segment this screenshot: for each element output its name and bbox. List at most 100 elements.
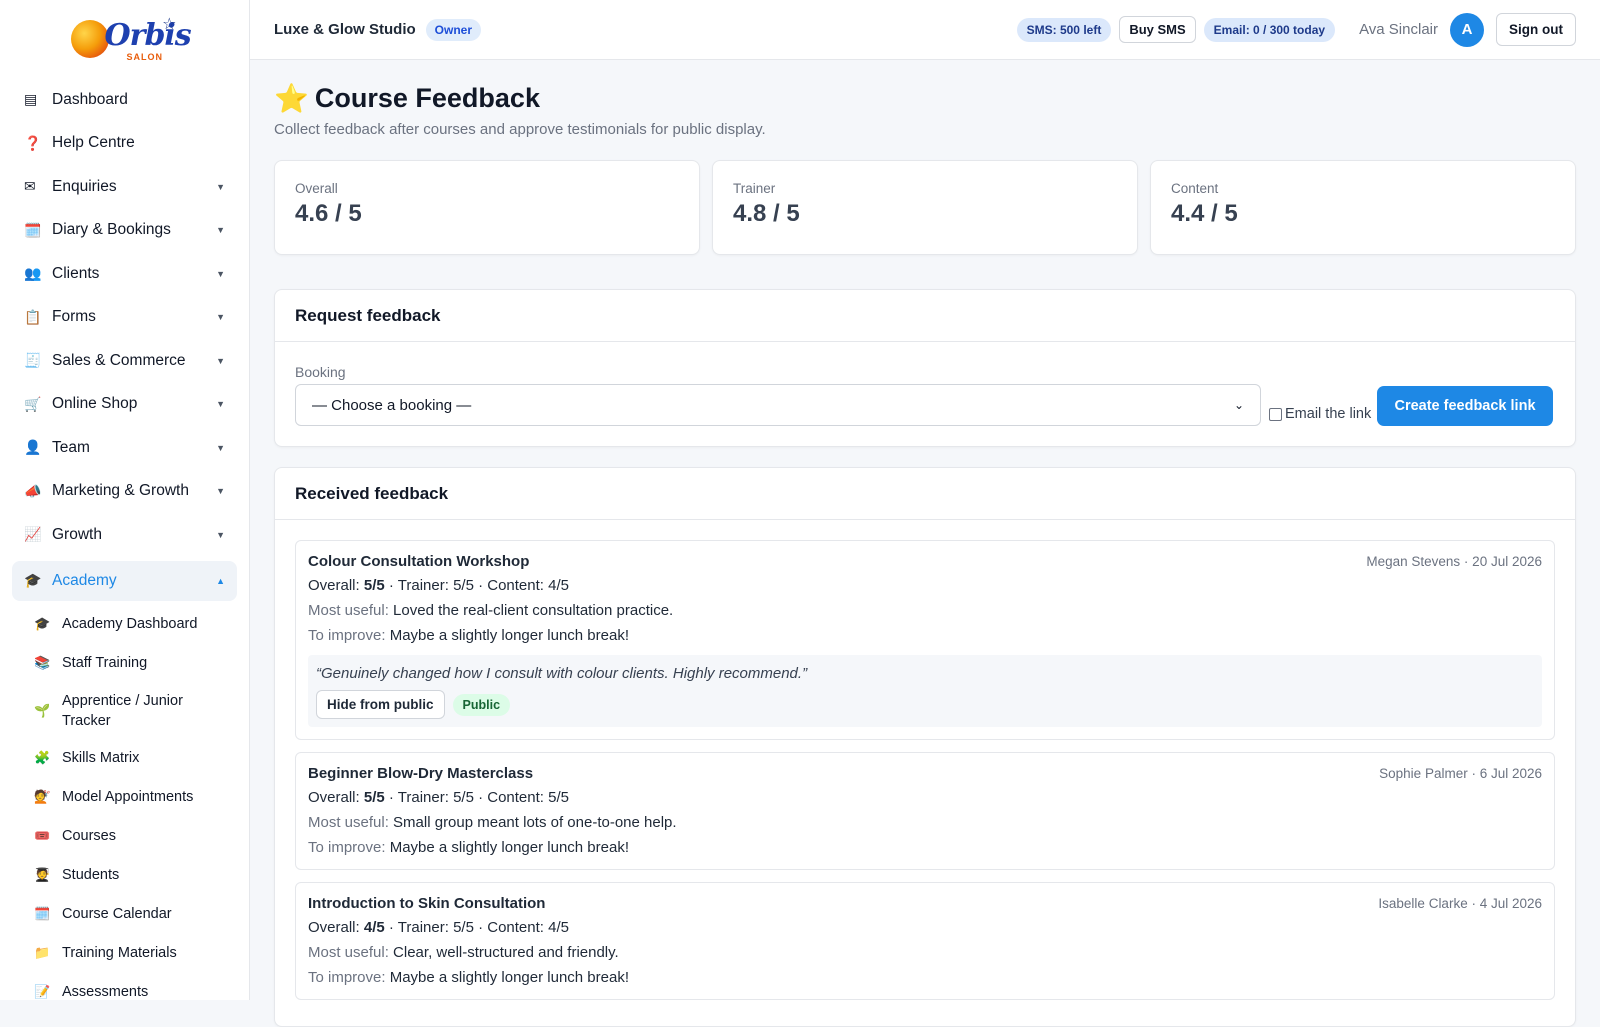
feedback-list: Colour Consultation Workshop Megan Steve… (275, 520, 1575, 1000)
envelope-icon: ✉ (24, 178, 36, 195)
dashboard-icon: ▤ (24, 91, 38, 108)
received-feedback-card: Received feedback Colour Consultation Wo… (274, 467, 1576, 1027)
feedback-author-date: Megan Stevens · 20 Jul 2026 (1366, 554, 1542, 569)
sidebar-subitem-apprentice-tracker[interactable]: 🌱 Apprentice / Junior Tracker (0, 683, 249, 739)
sidebar-item-help-centre[interactable]: ❓ Help Centre (0, 122, 249, 166)
sidebar-item-enquiries[interactable]: ✉ Enquiries ▼ (0, 165, 249, 209)
graduation-cap-icon: 🎓 (24, 572, 42, 588)
sidebar-item-diary-bookings[interactable]: 🗓️ Diary & Bookings ▼ (0, 209, 249, 253)
sidebar-subitem-label: Staff Training (62, 655, 148, 671)
feedback-item: Introduction to Skin Consultation Isabel… (295, 882, 1555, 1000)
question-icon: ❓ (24, 134, 42, 151)
chevron-up-icon: ▲ (216, 575, 225, 586)
overall-label: Overall: (308, 919, 360, 936)
testimonial-actions: Hide from public Public (316, 690, 1534, 719)
chevron-down-icon: ▼ (216, 268, 225, 279)
email-link-label: Email the link (1285, 406, 1372, 422)
feedback-to-improve: To improve: Maybe a slightly longer lunc… (308, 626, 1542, 645)
to-improve-text: Maybe a slightly longer lunch break! (389, 969, 629, 986)
sidebar-item-dashboard[interactable]: ▤ Dashboard (0, 78, 249, 122)
buy-sms-button[interactable]: Buy SMS (1119, 16, 1196, 43)
ticket-icon: 🎟️ (34, 828, 51, 843)
sidebar-subitem-training-materials[interactable]: 📁 Training Materials (0, 934, 249, 973)
main-content: ⭐ Course Feedback Collect feedback after… (274, 60, 1576, 1027)
feedback-item: Colour Consultation Workshop Megan Steve… (295, 540, 1555, 740)
booking-select[interactable]: — Choose a booking — ⌄ (295, 384, 1261, 426)
graduation-cap-icon: 🎓 (34, 616, 51, 631)
booking-label: Booking (295, 364, 346, 380)
sidebar-item-online-shop[interactable]: 🛒 Online Shop ▼ (0, 383, 249, 427)
email-link-checkbox[interactable] (1269, 407, 1282, 421)
sidebar-item-marketing-growth[interactable]: 📣 Marketing & Growth ▼ (0, 470, 249, 514)
sidebar-subitem-courses[interactable]: 🎟️ Courses (0, 817, 249, 856)
chevron-down-icon: ▼ (216, 399, 225, 410)
testimonial: “Genuinely changed how I consult with co… (308, 655, 1542, 727)
sidebar-item-label: Sales & Commerce (52, 351, 186, 369)
sidebar-subitem-model-appointments[interactable]: 💇 Model Appointments (0, 778, 249, 817)
feedback-course: Introduction to Skin Consultation (308, 895, 546, 912)
memo-icon: 📝 (34, 984, 51, 999)
avatar[interactable]: A (1450, 12, 1484, 47)
sidebar-subitem-assessments[interactable]: 📝 Assessments (0, 973, 249, 1000)
feedback-course: Beginner Blow-Dry Masterclass (308, 765, 534, 782)
chevron-down-icon: ▼ (216, 486, 225, 497)
overall-score: 5/5 (363, 577, 385, 594)
sidebar-item-academy[interactable]: 🎓 Academy ▲ (12, 560, 237, 601)
sidebar-subitem-students[interactable]: 🧑‍🎓 Students (0, 856, 249, 895)
stat-card-content: Content 4.4 / 5 (1150, 160, 1576, 255)
chevron-down-icon: ⌄ (1233, 398, 1244, 412)
sidebar-subitem-academy-dashboard[interactable]: 🎓 Academy Dashboard (0, 605, 249, 644)
stat-label: Trainer (733, 181, 776, 196)
feedback-course: Colour Consultation Workshop (308, 553, 530, 570)
sidebar-item-label: Team (52, 438, 90, 456)
clipboard-icon: 📋 (24, 308, 42, 325)
sms-balance-badge: SMS: 500 left (1016, 17, 1112, 42)
booking-select-value: — Choose a booking — (312, 396, 472, 414)
orbis-salon-logo[interactable]: Orbis SALON ☆ (65, 14, 192, 64)
sidebar-subitem-label: Training Materials (62, 945, 177, 961)
feedback-to-improve: To improve: Maybe a slightly longer lunc… (308, 968, 1542, 987)
sidebar-item-clients[interactable]: 👥 Clients ▼ (0, 252, 249, 296)
email-link-option[interactable]: Email the link (1269, 406, 1371, 422)
books-icon: 📚 (34, 655, 51, 670)
feedback-author-date: Isabelle Clarke · 4 Jul 2026 (1378, 896, 1542, 911)
chevron-down-icon: ▼ (216, 355, 225, 366)
sidebar-item-forms[interactable]: 📋 Forms ▼ (0, 296, 249, 340)
person-icon: 👤 (24, 439, 42, 456)
sidebar-nav: ▤ Dashboard ❓ Help Centre ✉ Enquiries ▼ … (0, 78, 249, 1000)
top-bar: Luxe & Glow Studio Owner SMS: 500 left B… (250, 0, 1600, 60)
feedback-author-date: Sophie Palmer · 6 Jul 2026 (1379, 766, 1542, 781)
sign-out-button[interactable]: Sign out (1496, 13, 1576, 46)
calendar-icon: 🗓️ (34, 906, 51, 921)
sidebar-item-growth[interactable]: 📈 Growth ▼ (0, 513, 249, 557)
sidebar-subitem-label: Assessments (62, 984, 149, 1000)
feedback-most-useful: Most useful: Small group meant lots of o… (308, 813, 1542, 832)
seedling-icon: 🌱 (34, 702, 51, 718)
most-useful-label: Most useful: (308, 944, 389, 961)
logo-area[interactable]: Orbis SALON ☆ (0, 0, 249, 78)
sidebar-subitem-staff-training[interactable]: 📚 Staff Training (0, 644, 249, 683)
sidebar-item-label: Academy (52, 571, 117, 589)
sidebar-subitem-course-calendar[interactable]: 🗓️ Course Calendar (0, 895, 249, 934)
request-feedback-form: Booking — Choose a booking — ⌄ Email the… (275, 342, 1575, 446)
chevron-down-icon: ▼ (216, 181, 225, 192)
hide-from-public-button[interactable]: Hide from public (316, 690, 445, 719)
create-feedback-link-button[interactable]: Create feedback link (1377, 386, 1553, 426)
sidebar-subitem-skills-matrix[interactable]: 🧩 Skills Matrix (0, 739, 249, 778)
puzzle-icon: 🧩 (34, 750, 51, 765)
sidebar-subitem-label: Courses (62, 828, 116, 844)
feedback-scores: Overall: 5/5 · Trainer: 5/5 · Content: 4… (308, 576, 1542, 595)
sidebar-item-label: Growth (52, 525, 102, 543)
feedback-most-useful: Most useful: Loved the real-client consu… (308, 601, 1542, 620)
to-improve-label: To improve: (308, 969, 386, 986)
sidebar-item-label: Enquiries (52, 177, 117, 195)
people-icon: 👥 (24, 265, 42, 282)
to-improve-label: To improve: (308, 627, 386, 644)
to-improve-label: To improve: (308, 839, 386, 856)
chart-up-icon: 📈 (24, 526, 42, 543)
feedback-to-improve: To improve: Maybe a slightly longer lunc… (308, 838, 1542, 857)
sidebar-item-sales-commerce[interactable]: 🧾 Sales & Commerce ▼ (0, 339, 249, 383)
stat-value: 4.4 / 5 (1171, 200, 1238, 227)
other-scores: · Trainer: 5/5 · Content: 4/5 (384, 919, 569, 936)
sidebar-item-team[interactable]: 👤 Team ▼ (0, 426, 249, 470)
